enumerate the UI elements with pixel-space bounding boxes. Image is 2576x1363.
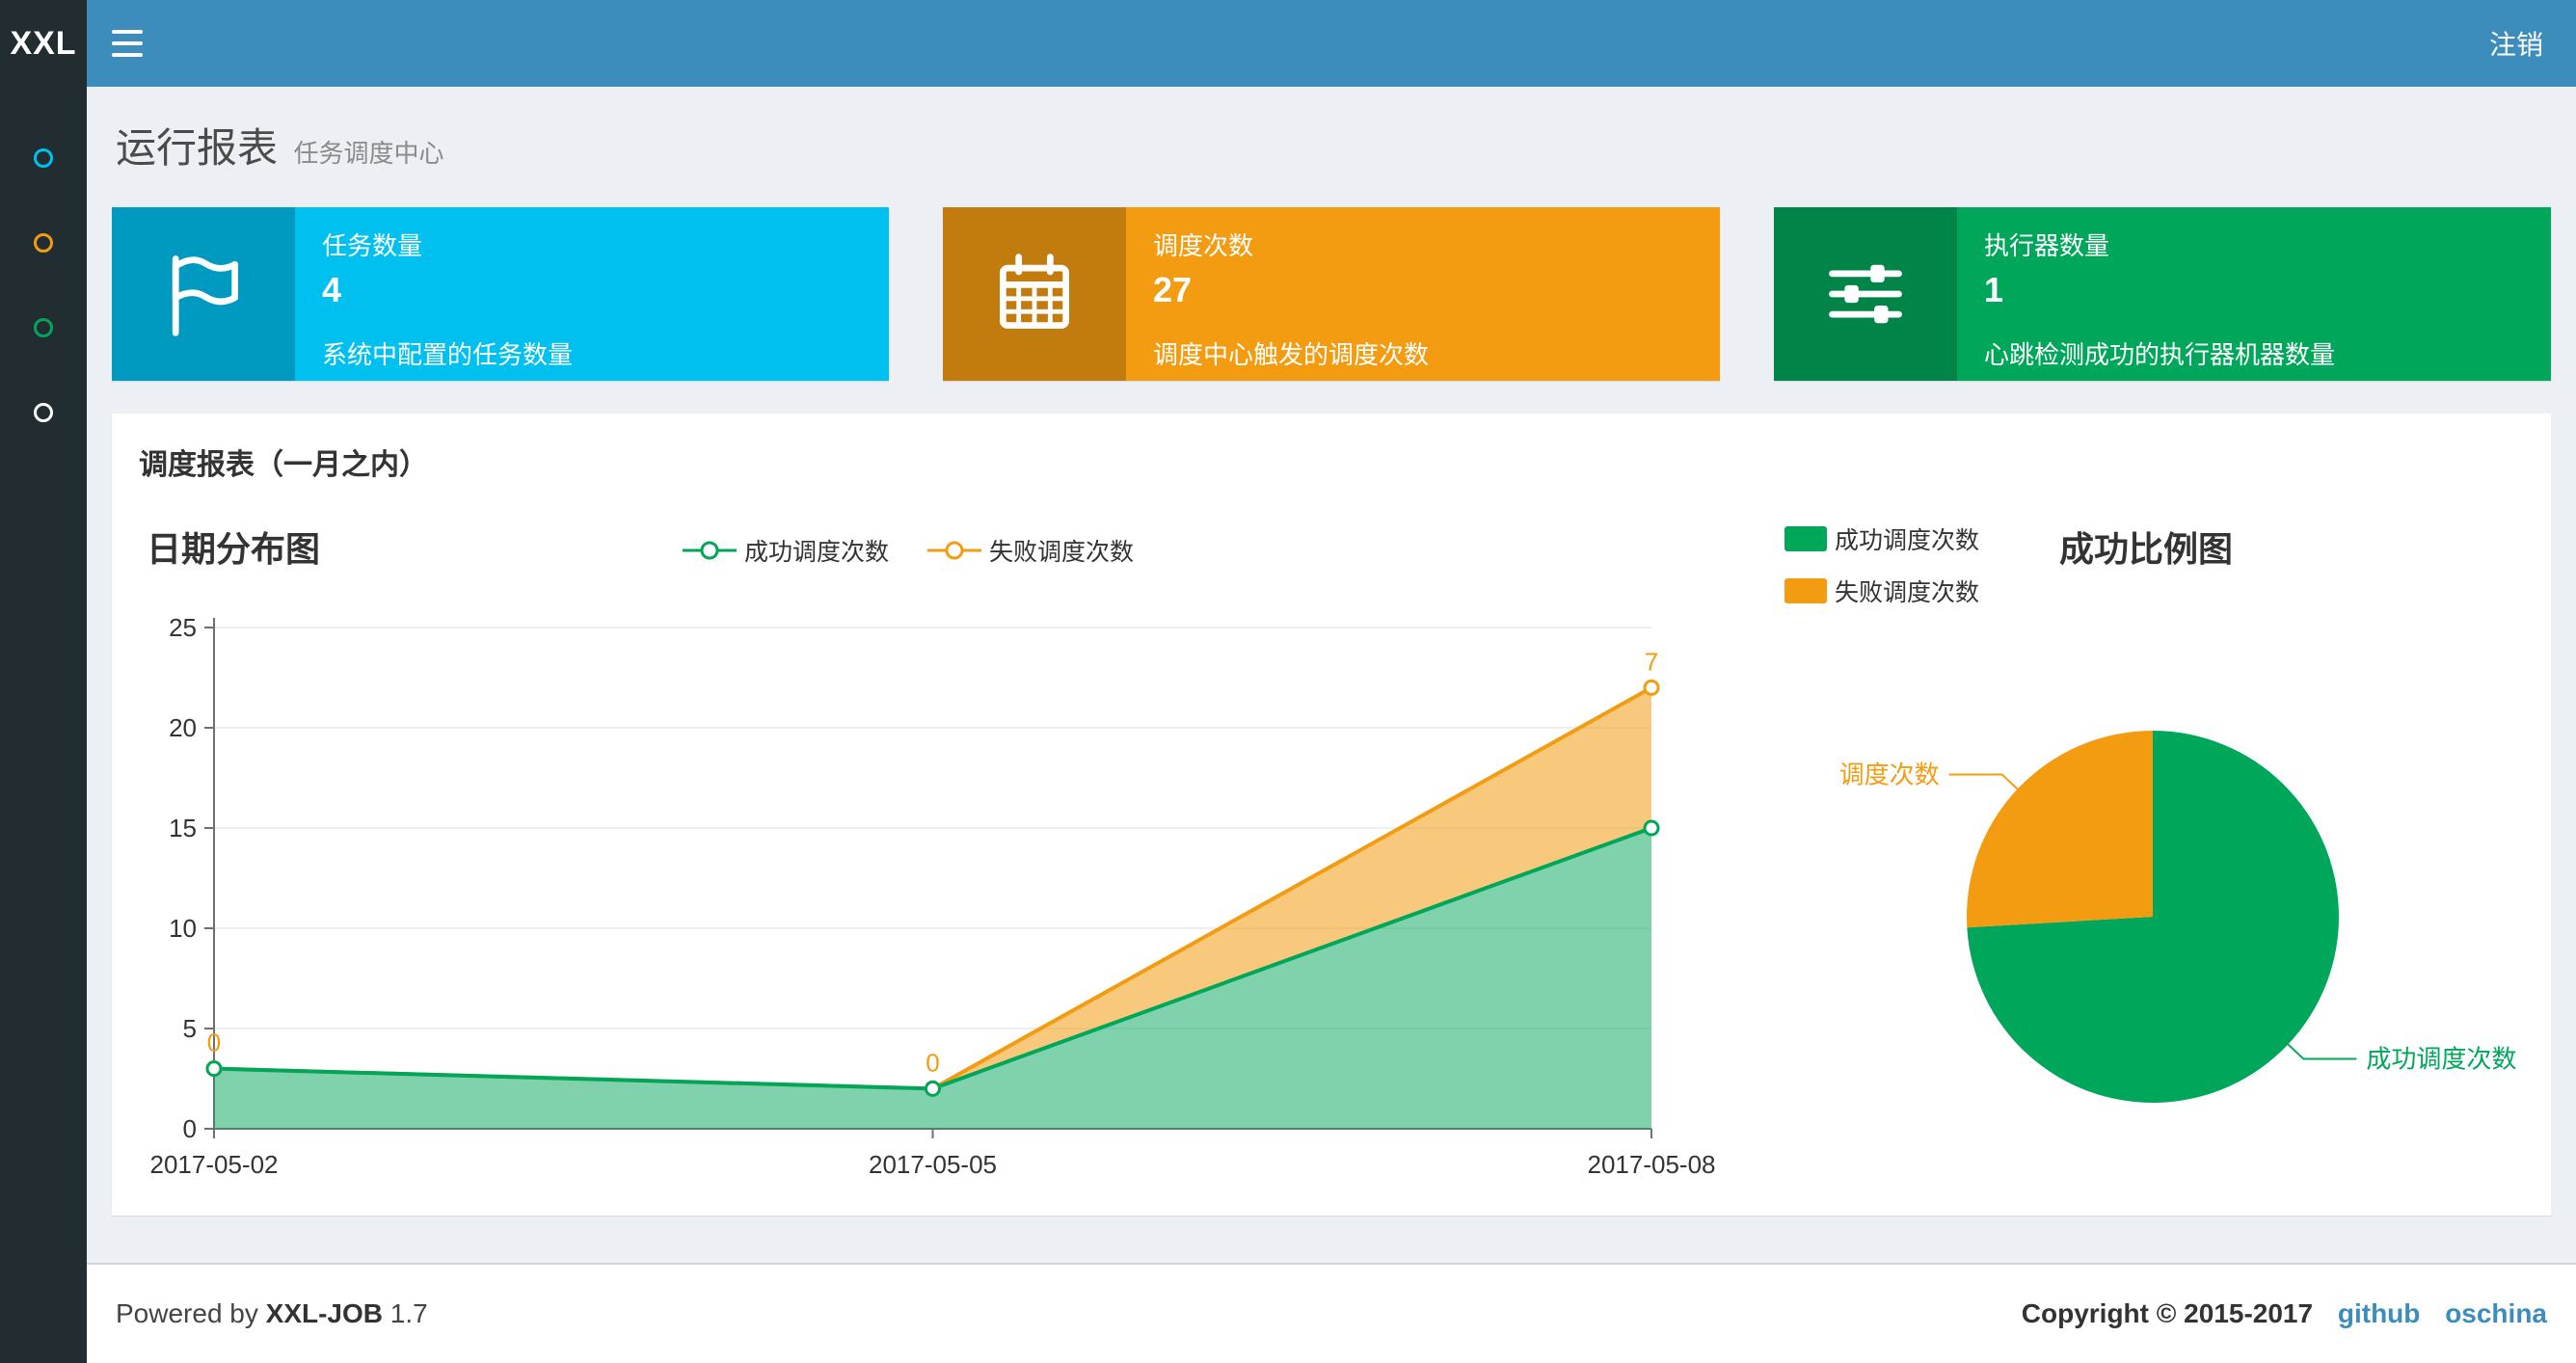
page-header: 运行报表 任务调度中心 <box>87 87 2576 192</box>
info-box-description: 系统中配置的任务数量 <box>322 340 574 369</box>
calendar-icon <box>1000 254 1069 329</box>
line-chart-legend: 成功调度次数 失败调度次数 <box>683 533 1134 568</box>
main-content: 运行报表 任务调度中心 任务数量 4 系统中配置的任务数量 调度次数 27 调度… <box>87 87 2576 1363</box>
pie-chart-legend: 成功调度次数 失败调度次数 <box>1784 521 1979 608</box>
pie-chart-svg: 成功调度次数 失败调度次数 <box>1789 731 2516 1103</box>
info-box-value: 1 <box>1984 270 2004 309</box>
logo-text: XXL <box>10 24 77 62</box>
sidebar <box>0 87 87 1363</box>
legend-swatch-icon <box>1784 578 1827 603</box>
line-chart-title: 日期分布图 <box>147 529 321 569</box>
legend-swatch-icon <box>1784 526 1827 551</box>
sidebar-item-1[interactable] <box>0 116 87 200</box>
svg-text:20: 20 <box>169 713 197 742</box>
info-box-description: 调度中心触发的调度次数 <box>1153 340 1430 369</box>
sidebar-item-3[interactable] <box>0 285 87 370</box>
svg-text:25: 25 <box>169 613 197 642</box>
svg-text:15: 15 <box>169 814 197 842</box>
line-chart: 0 5 10 15 20 25 2017-05-02 2017-05-05 2017-05-08… <box>139 575 1768 1192</box>
flag-icon <box>172 255 238 336</box>
line-chart-svg: 05101520252017-05-02 2017-05-05 2017-05-08… <box>150 613 1716 1179</box>
sliders-icon <box>1829 264 1902 324</box>
legend-label: 成功调度次数 <box>744 539 890 566</box>
svg-text:成功调度次数: 成功调度次数 <box>2366 1045 2516 1074</box>
svg-text:5: 5 <box>183 1014 197 1043</box>
info-box-triggers: 调度次数 27 调度中心触发的调度次数 <box>943 207 1720 381</box>
logo[interactable]: XXL <box>0 0 87 87</box>
circle-outline-icon <box>34 148 53 168</box>
legend-marker-icon <box>683 541 737 560</box>
pie-chart-title: 成功比例图 <box>2059 529 2234 569</box>
page-subtitle: 任务调度中心 <box>293 139 444 168</box>
oschina-link[interactable]: oschina <box>2445 1298 2547 1328</box>
powered-by: Powered by XXL-JOB 1.7 <box>116 1298 428 1328</box>
svg-text:失败调度次数: 失败调度次数 <box>1838 760 1940 788</box>
footer: Powered by XXL-JOB 1.7 Copyright © 2015-… <box>87 1263 2576 1363</box>
top-navbar: XXL 注销 <box>0 0 2576 87</box>
sidebar-item-4[interactable] <box>0 370 87 455</box>
svg-text:0: 0 <box>183 1114 197 1143</box>
info-box-row: 任务数量 4 系统中配置的任务数量 调度次数 27 调度中心触发的调度次数 执行… <box>87 192 2576 381</box>
svg-text:10: 10 <box>169 914 197 943</box>
github-link[interactable]: github <box>2338 1298 2421 1328</box>
sidebar-item-2[interactable] <box>0 200 87 285</box>
info-box-title: 执行器数量 <box>1984 231 2110 260</box>
svg-text:0: 0 <box>207 1029 221 1057</box>
svg-text:2017-05-02: 2017-05-02 <box>150 1150 279 1179</box>
info-box-description: 心跳检测成功的执行器机器数量 <box>1984 340 2336 369</box>
legend-item[interactable]: 成功调度次数 <box>1784 521 1979 556</box>
svg-text:2017-05-08: 2017-05-08 <box>1588 1150 1716 1179</box>
product-version: 1.7 <box>389 1298 428 1328</box>
info-box-jobs: 任务数量 4 系统中配置的任务数量 <box>112 207 889 381</box>
svg-text:7: 7 <box>1645 647 1658 676</box>
logout-link[interactable]: 注销 <box>2456 0 2576 87</box>
info-box-title: 调度次数 <box>1153 231 1254 260</box>
info-box-value: 4 <box>322 270 342 309</box>
svg-text:2017-05-05: 2017-05-05 <box>869 1150 997 1179</box>
circle-outline-icon <box>34 318 53 337</box>
sidebar-toggle-button[interactable] <box>87 0 168 87</box>
page: XXL 注销 运行报表 任务调度中心 任务数量 4 系统中配置的任务数量 调度次… <box>0 0 2576 1363</box>
pie-chart: 成功调度次数 失败调度次数 <box>1789 672 2570 1200</box>
product-name: XXL-JOB <box>265 1298 384 1328</box>
circle-outline-icon <box>34 403 53 422</box>
footer-right: Copyright © 2015-2017 github oschina <box>2022 1298 2547 1329</box>
legend-item[interactable]: 失败调度次数 <box>1784 574 1979 608</box>
page-title: 运行报表 <box>116 125 279 171</box>
report-panel: 调度报表（一月之内） 日期分布图 成功调度次数 失败调度次数 0 5 10 15 20 25… <box>112 414 2551 1216</box>
svg-text:0: 0 <box>926 1048 939 1077</box>
legend-label: 失败调度次数 <box>1835 579 1980 606</box>
info-box-title: 任务数量 <box>322 231 423 260</box>
legend-item[interactable]: 成功调度次数 <box>683 533 889 568</box>
legend-label: 失败调度次数 <box>989 539 1135 566</box>
legend-label: 成功调度次数 <box>1835 527 1980 554</box>
hamburger-icon <box>112 30 143 34</box>
circle-outline-icon <box>34 233 53 253</box>
panel-title: 调度报表（一月之内） <box>139 449 428 481</box>
info-box-value: 27 <box>1153 270 1193 309</box>
info-box-executors: 执行器数量 1 心跳检测成功的执行器机器数量 <box>1774 207 2551 381</box>
copyright: Copyright © 2015-2017 <box>2021 1298 2314 1328</box>
legend-item[interactable]: 失败调度次数 <box>927 533 1134 568</box>
legend-marker-icon <box>927 541 982 560</box>
